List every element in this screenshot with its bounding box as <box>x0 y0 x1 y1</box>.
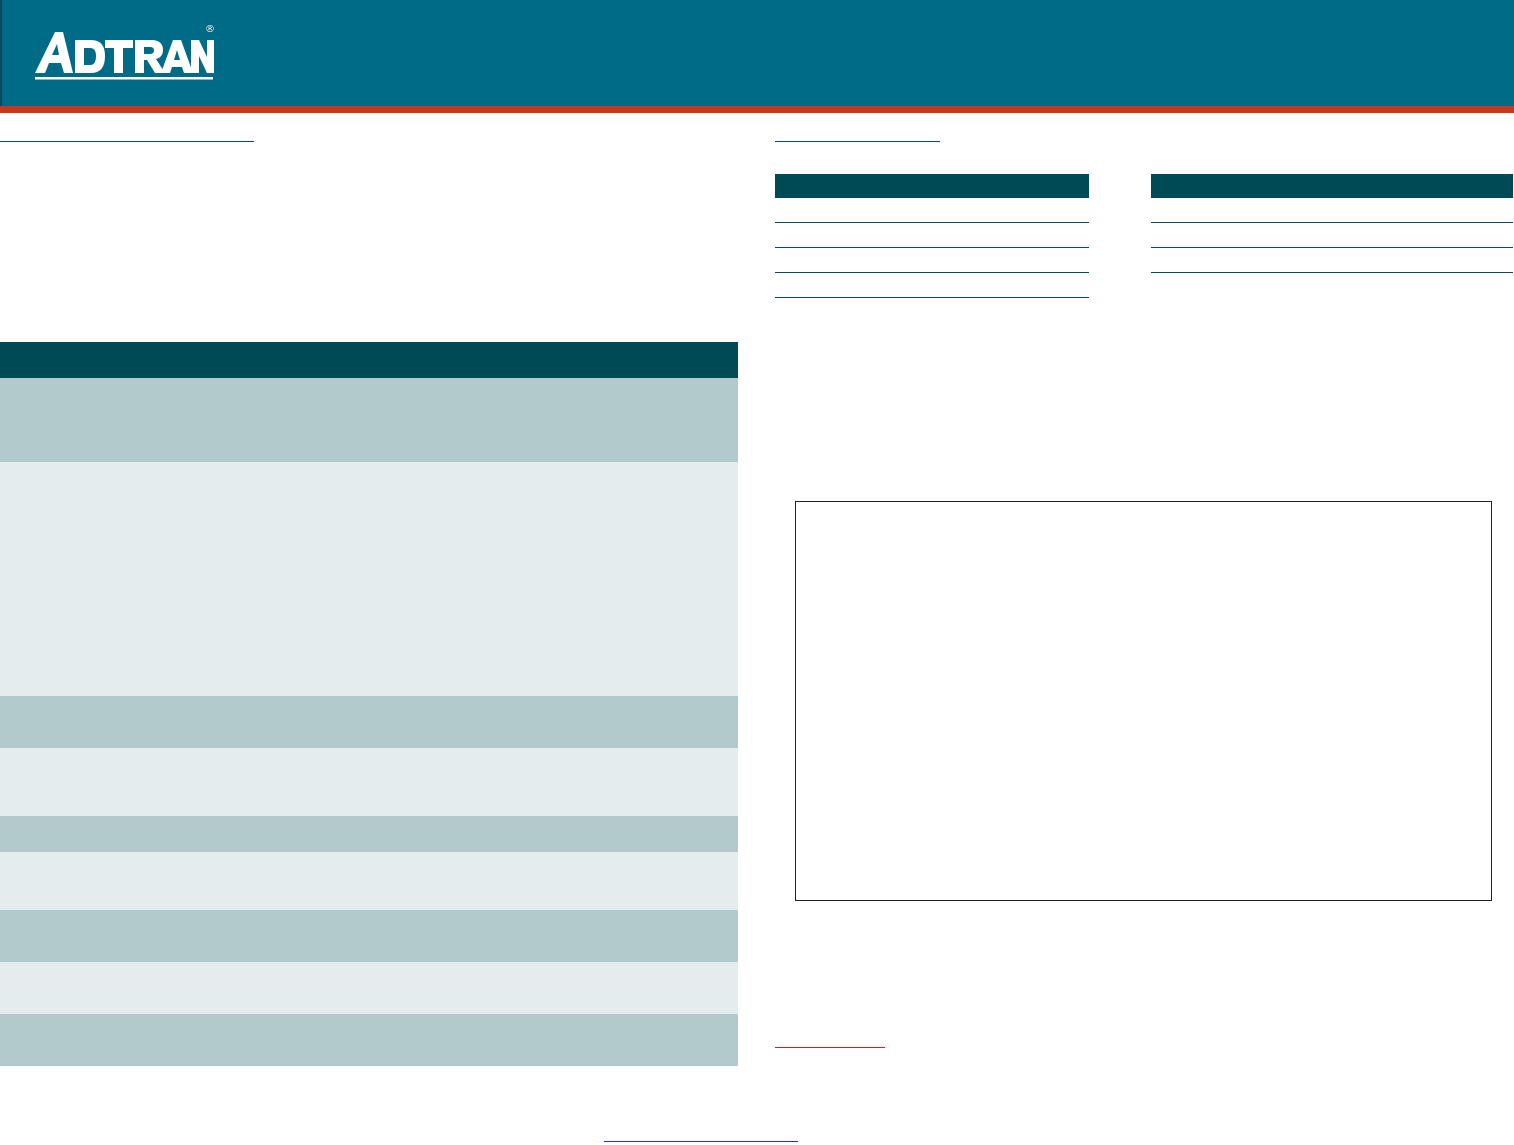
feature-table-row <box>0 816 738 852</box>
spec-table-2-row <box>1151 223 1513 248</box>
accent-stripe <box>0 106 1514 113</box>
left-section-heading-rule <box>0 141 254 142</box>
feature-table-row <box>0 748 738 816</box>
feature-table-row <box>0 462 738 696</box>
feature-table-row <box>0 696 738 748</box>
spec-table-2 <box>1151 174 1513 273</box>
spec-table-2-row <box>1151 248 1513 273</box>
spec-table-1-row <box>775 198 1089 223</box>
header-banner: ® <box>0 0 1514 106</box>
adtran-logo[interactable]: ® <box>33 24 215 84</box>
spec-table-1-header <box>775 174 1089 198</box>
feature-table <box>0 342 738 1066</box>
feature-table-row <box>0 852 738 910</box>
registered-mark: ® <box>205 24 215 35</box>
red-link-underline[interactable] <box>775 1047 885 1048</box>
spec-table-1 <box>775 174 1089 298</box>
logo-mark <box>35 32 214 80</box>
feature-table-row <box>0 962 738 1014</box>
feature-table-header <box>0 342 738 378</box>
feature-table-row <box>0 1014 738 1066</box>
right-section-heading-rule <box>775 141 940 142</box>
spec-table-1-row <box>775 248 1089 273</box>
spec-table-2-row <box>1151 198 1513 223</box>
spec-table-1-row <box>775 273 1089 298</box>
figure-frame <box>795 501 1492 901</box>
website-link-underline[interactable] <box>604 1141 798 1142</box>
feature-table-row <box>0 378 738 462</box>
spec-table-1-row <box>775 223 1089 248</box>
feature-table-row <box>0 910 738 962</box>
spec-table-2-header <box>1151 174 1513 198</box>
